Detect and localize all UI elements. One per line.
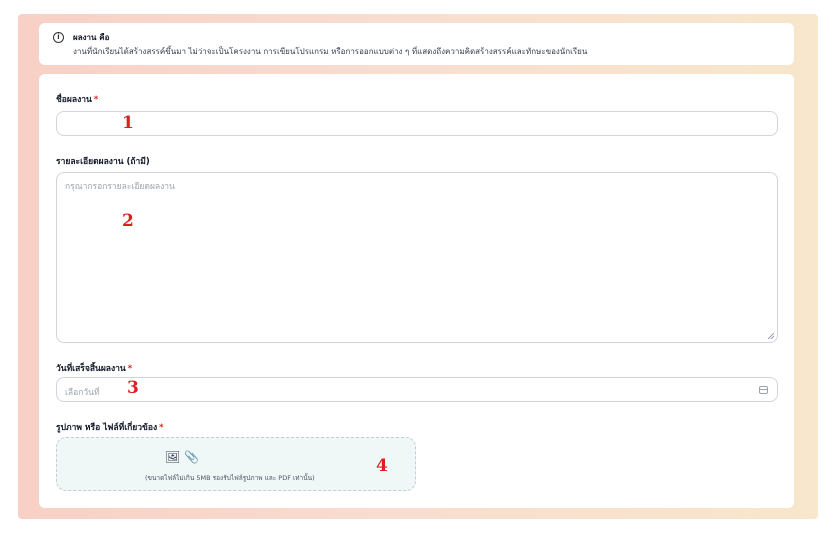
detail-label: รายละเอียดผลงาน (ถ้ามี) bbox=[56, 157, 150, 167]
name-input[interactable] bbox=[56, 111, 778, 136]
name-label-text: ชื่อผลงาน bbox=[56, 95, 92, 105]
annotation-4: 4 bbox=[376, 456, 388, 476]
upload-icons: 🖼 📎 bbox=[165, 450, 199, 464]
file-hint: (ขนาดไฟล์ไม่เกิน 5MB รองรับไฟล์รูปภาพ แล… bbox=[145, 474, 315, 482]
required-mark: * bbox=[93, 95, 99, 105]
info-title: ผลงาน คือ bbox=[73, 33, 110, 42]
date-label-text: วันที่เสร็จสิ้นผลงาน bbox=[56, 364, 126, 374]
info-text: งานที่นักเรียนได้สร้างสรรค์ขึ้นมา ไม่ว่า… bbox=[73, 47, 588, 56]
add-image-icon[interactable]: 🖼 bbox=[165, 450, 180, 464]
annotation-2: 2 bbox=[122, 211, 134, 231]
file-label: รูปภาพ หรือ ไฟล์ที่เกี่ยวข้อง * bbox=[56, 420, 164, 434]
info-box: i ผลงาน คือ งานที่นักเรียนได้สร้างสรรค์ข… bbox=[39, 23, 794, 65]
calendar-icon[interactable] bbox=[759, 386, 768, 394]
annotation-3: 3 bbox=[127, 378, 139, 398]
paperclip-icon[interactable]: 📎 bbox=[184, 450, 199, 464]
info-icon: i bbox=[53, 32, 64, 43]
required-mark: * bbox=[127, 364, 133, 374]
date-input[interactable] bbox=[56, 377, 778, 402]
detail-placeholder: กรุณากรอกรายละเอียดผลงาน bbox=[65, 182, 175, 192]
detail-textarea[interactable] bbox=[56, 172, 778, 343]
name-label: ชื่อผลงาน * bbox=[56, 92, 98, 106]
required-mark: * bbox=[159, 423, 164, 433]
annotation-1: 1 bbox=[122, 113, 134, 133]
date-placeholder: เลือกวันที่ bbox=[65, 388, 100, 398]
file-label-text: รูปภาพ หรือ ไฟล์ที่เกี่ยวข้อง bbox=[56, 423, 158, 433]
date-label: วันที่เสร็จสิ้นผลงาน * bbox=[56, 361, 132, 375]
resize-handle[interactable] bbox=[768, 333, 774, 339]
